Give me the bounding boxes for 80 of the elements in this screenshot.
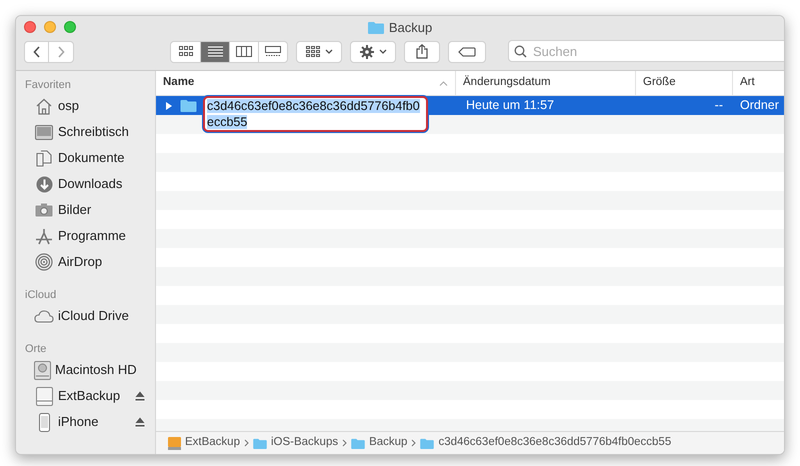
sidebar-item[interactable]: osp — [25, 93, 147, 119]
folder-icon — [420, 438, 434, 448]
chevron-down-icon — [324, 49, 332, 54]
share-icon — [416, 44, 428, 59]
grid-icon — [178, 46, 192, 57]
gear-icon — [360, 44, 374, 58]
path-item[interactable]: iOS-Backups — [252, 434, 338, 452]
sidebar-item[interactable]: Downloads — [25, 171, 147, 197]
tag-icon — [458, 46, 476, 56]
view-mode-button[interactable] — [200, 42, 229, 62]
sidebar-item[interactable]: Bilder — [25, 197, 147, 223]
drive-icon — [168, 436, 181, 450]
folder-icon — [351, 438, 366, 448]
house-icon — [35, 98, 53, 114]
sidebar-item[interactable]: Schreibtisch — [25, 119, 147, 145]
sidebar-item[interactable]: Macintosh HD — [25, 357, 147, 383]
close-button[interactable] — [24, 21, 36, 33]
path-label: c3d46c63ef0e8c36e8c36dd5776b4fb0eccb55 — [438, 435, 672, 450]
chevron-right-icon — [411, 439, 416, 447]
eject-icon[interactable] — [135, 391, 145, 401]
eject-icon[interactable] — [135, 417, 145, 427]
window-title: Backup — [388, 18, 432, 37]
file-row[interactable]: c3d46c63ef0e8c36e8c36dd5776b4fb0eccb55 Heute um 11:57 -- Ordner — [156, 96, 784, 132]
size-text: -- — [714, 98, 723, 112]
view-mode-button[interactable] — [171, 42, 200, 62]
path-label: iOS-Backups — [270, 435, 338, 450]
kind-text: Ordner — [740, 98, 779, 112]
rename-field[interactable]: c3d46c63ef0e8c36e8c36dd5776b4fb0eccb55 — [203, 96, 428, 132]
path-label: ExtBackup — [185, 435, 240, 450]
cloud-icon — [34, 310, 54, 322]
sidebar-item[interactable]: AirDrop — [25, 249, 147, 275]
sidebar-item[interactable]: Dokumente — [25, 145, 147, 171]
sidebar-item[interactable]: ExtBackup — [25, 383, 147, 409]
path-item[interactable]: ExtBackup — [168, 434, 240, 452]
folder-icon — [252, 438, 267, 448]
back-button[interactable] — [24, 40, 49, 62]
sidebar-section-title: iCloud — [25, 288, 58, 303]
sort-ascending-icon — [439, 80, 448, 86]
camera-icon — [35, 203, 53, 217]
disclosure-triangle-icon[interactable] — [165, 102, 173, 110]
app-store-icon — [35, 228, 53, 244]
sidebar-item[interactable]: iPhone — [25, 409, 147, 435]
view-mode-button[interactable] — [258, 42, 287, 62]
search-field[interactable]: Suchen — [508, 40, 784, 62]
path-item[interactable]: c3d46c63ef0e8c36e8c36dd5776b4fb0eccb55 — [420, 434, 672, 452]
airdrop-icon — [35, 253, 53, 271]
phone-icon — [38, 412, 50, 432]
chevron-right-icon — [57, 46, 65, 58]
grid-icon — [306, 46, 320, 57]
column-header[interactable]: Art — [733, 71, 784, 95]
date-text: Heute um 11:57 — [466, 98, 554, 112]
drive-icon — [36, 386, 52, 406]
folder-icon — [180, 99, 197, 112]
view-mode-button[interactable] — [229, 42, 258, 62]
chevron-down-icon — [378, 49, 386, 54]
sidebar-section-title: Orte — [25, 342, 48, 357]
search-icon — [514, 44, 527, 58]
sidebar-item[interactable]: iCloud Drive — [25, 303, 147, 329]
documents-icon — [36, 150, 52, 166]
hard-drive-icon — [34, 360, 51, 380]
action-button[interactable] — [350, 40, 396, 62]
share-button[interactable] — [404, 40, 440, 62]
gallery-icon — [265, 46, 281, 57]
chevron-right-icon — [342, 439, 348, 447]
sidebar-item[interactable]: Programme — [25, 223, 147, 249]
tag-button[interactable] — [448, 40, 486, 62]
list-icon — [208, 46, 222, 57]
folder-icon — [368, 21, 384, 34]
chevron-left-icon — [32, 46, 40, 58]
column-header[interactable]: Größe — [636, 71, 733, 95]
download-icon — [36, 176, 52, 192]
path-item[interactable]: Backup — [351, 434, 408, 452]
column-header[interactable]: Änderungsdatum — [456, 71, 636, 95]
columns-icon — [236, 46, 252, 57]
arrange-button[interactable] — [296, 40, 342, 62]
path-label: Backup — [369, 435, 408, 450]
monitor-icon — [35, 124, 53, 140]
view-mode-control[interactable] — [170, 40, 288, 62]
sidebar-section-title: Favoriten — [25, 78, 72, 93]
chevron-right-icon — [244, 439, 249, 447]
